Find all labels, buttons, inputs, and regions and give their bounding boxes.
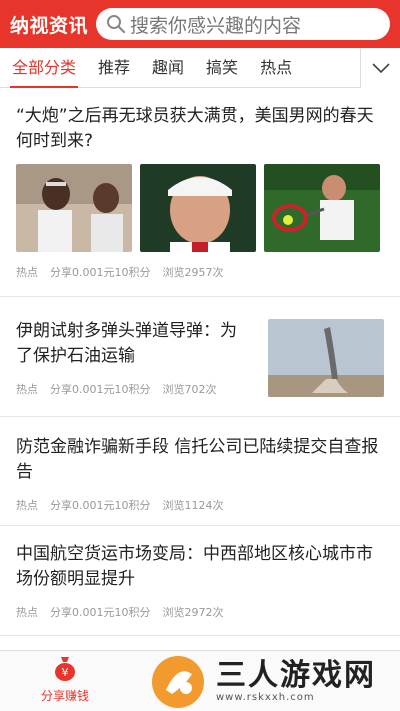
share-earn-label: 分享赚钱 — [40, 689, 89, 703]
money-bag-icon: ¥ — [55, 657, 75, 681]
article-views: 浏览2957次 — [162, 266, 224, 279]
search-icon — [107, 15, 126, 34]
svg-text:¥: ¥ — [62, 666, 69, 679]
article-share-reward: 分享0.001元10积分 — [50, 266, 151, 279]
article-image — [264, 164, 380, 252]
app-title: 纳视资讯 — [10, 14, 89, 37]
article-image — [140, 164, 256, 252]
site-watermark: 三人游戏网 www.rskxxh.com — [150, 652, 400, 711]
article-views: 浏览702次 — [162, 383, 217, 396]
article-category: 热点 — [16, 606, 38, 619]
article-share-reward: 分享0.001元10积分 — [50, 383, 151, 396]
tab-funny[interactable]: 搞笑 — [200, 48, 244, 88]
article-category: 热点 — [16, 499, 38, 512]
article-card[interactable]: 伊朗试射多弹头弹道导弹：为了保护石油运输 热点 分享0.001元10积分 浏览7… — [0, 297, 400, 417]
article-share-reward: 分享0.001元10积分 — [50, 606, 151, 619]
article-views: 浏览2972次 — [162, 606, 224, 619]
article-card[interactable]: “大炮”之后再无球员获大满贯，美国男网的春天何时到来? 热点 分享0.001元1… — [0, 97, 400, 297]
article-share-reward: 分享0.001元10积分 — [50, 499, 151, 512]
chevron-down-icon — [371, 63, 390, 74]
article-image — [16, 164, 132, 252]
article-card[interactable]: 中国航空货运市场变局：中西部地区核心城市市场份额明显提升 热点 分享0.001元… — [0, 526, 400, 636]
tab-recommend[interactable]: 推荐 — [92, 48, 136, 88]
search-placeholder: 搜索你感兴趣的内容 — [130, 14, 302, 37]
app-header: 纳视资讯 搜索你感兴趣的内容 — [0, 0, 400, 48]
watermark-text: 三人游戏网 — [216, 658, 376, 693]
article-views: 浏览1124次 — [162, 499, 224, 512]
category-tabs: 全部分类 推荐 趣闻 搞笑 热点 — [0, 48, 400, 88]
watermark-logo-icon — [152, 655, 204, 708]
article-title: “大炮”之后再无球员获大满贯，美国男网的春天何时到来? — [16, 106, 374, 151]
share-earn-tab[interactable]: ¥ 分享赚钱 — [30, 655, 100, 704]
article-category: 热点 — [16, 383, 38, 396]
article-card[interactable]: 防范金融诈骗新手段 信托公司已陆续提交自查报告 热点 分享0.001元10积分 … — [0, 417, 400, 526]
article-title: 中国航空货运市场变局：中西部地区核心城市市场份额明显提升 — [16, 544, 373, 589]
more-categories-button[interactable] — [360, 48, 400, 88]
article-image — [268, 319, 384, 397]
article-title: 伊朗试射多弹头弹道导弹：为了保护石油运输 — [16, 321, 237, 366]
article-title: 防范金融诈骗新手段 信托公司已陆续提交自查报告 — [16, 437, 379, 482]
watermark-url: www.rskxxh.com — [216, 692, 315, 703]
article-category: 热点 — [16, 266, 38, 279]
tab-hot[interactable]: 热点 — [254, 48, 298, 88]
search-input[interactable]: 搜索你感兴趣的内容 — [96, 8, 390, 40]
tab-fun-news[interactable]: 趣闻 — [146, 48, 190, 88]
tab-all-categories[interactable]: 全部分类 — [6, 48, 82, 88]
